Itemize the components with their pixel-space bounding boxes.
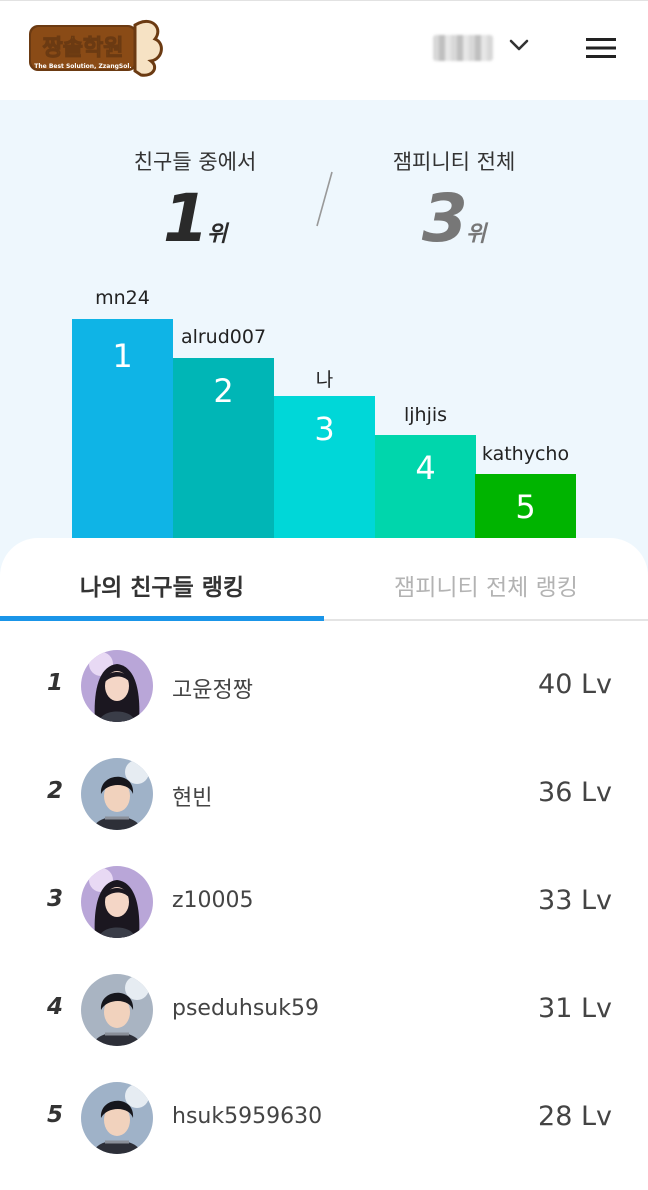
podium-rank-4: 4 — [415, 449, 436, 487]
all-rank-number: 3 — [421, 180, 468, 257]
username: pseduhsuk59 — [172, 996, 319, 1021]
girl-avatar — [81, 866, 153, 938]
tab-friends-ranking[interactable]: 나의 친구들 랭킹 — [0, 568, 324, 602]
top-header: 짱솔학원 The Best Solution, ZzangSol. — [0, 0, 648, 100]
all-rank-value: 3위 — [334, 180, 574, 257]
username: 현빈 — [172, 786, 213, 811]
chevron-down-icon[interactable] — [508, 37, 530, 53]
hamburger-icon[interactable] — [584, 35, 618, 61]
rank-number: 3 — [46, 886, 63, 912]
podium-name-2: alrud007 — [180, 326, 267, 348]
rank-number: 2 — [46, 778, 63, 804]
svg-text:The Best Solution, ZzangSol.: The Best Solution, ZzangSol. — [34, 63, 131, 70]
list-item[interactable]: 2 현빈 36 Lv — [0, 758, 648, 866]
podium-name-5: kathycho — [481, 443, 570, 465]
podium-rank-1: 1 — [112, 337, 133, 375]
tab-active-indicator — [0, 616, 324, 621]
list-item[interactable]: 1 고윤정짱 40 Lv — [0, 650, 648, 758]
rank-summary: 친구들 중에서 1위 잼피니티 전체 3위 mn24 1 alrud007 2 … — [0, 100, 648, 600]
podium-rank-2: 2 — [213, 372, 234, 410]
list-item[interactable]: 3 z10005 33 Lv — [0, 866, 648, 974]
list-item[interactable]: 4 pseduhsuk59 31 Lv — [0, 974, 648, 1082]
podium-rank-3: 3 — [314, 410, 335, 448]
rank-number: 5 — [46, 1102, 63, 1128]
all-rank-unit: 위 — [465, 222, 487, 247]
podium-bar-1: 1 — [72, 319, 173, 538]
list-item[interactable]: 5 hsuk5959630 28 Lv — [0, 1082, 648, 1190]
girl-avatar — [81, 650, 153, 722]
boy-avatar — [81, 758, 153, 830]
friends-rank-unit: 위 — [206, 222, 228, 247]
user-name-blurred[interactable] — [433, 35, 493, 61]
username: hsuk5959630 — [172, 1104, 323, 1129]
friends-rank-number: 1 — [162, 180, 209, 257]
username: 고윤정짱 — [172, 678, 253, 703]
level-value: 33 Lv — [538, 885, 612, 916]
level-value: 31 Lv — [538, 993, 612, 1024]
boy-avatar — [81, 974, 153, 1046]
all-rank-label: 잼피니티 전체 — [392, 150, 516, 174]
podium-name-4: ljhjis — [403, 404, 448, 426]
podium-bar-2: 2 — [173, 358, 274, 538]
divider-slash — [316, 171, 333, 227]
tab-all-ranking[interactable]: 잼피니티 전체 랭킹 — [324, 568, 648, 602]
rank-number: 1 — [46, 670, 63, 696]
podium-bar-5: 5 — [475, 474, 576, 538]
friends-rank-value: 1위 — [75, 180, 315, 257]
podium-name-3: 나 — [315, 369, 334, 391]
rank-number: 4 — [46, 994, 63, 1020]
level-value: 36 Lv — [538, 777, 612, 808]
podium-name-1: mn24 — [95, 287, 150, 309]
logo[interactable]: 짱솔학원 The Best Solution, ZzangSol. — [27, 15, 165, 79]
ranking-sheet: 나의 친구들 랭킹 잼피니티 전체 랭킹 1 고윤정짱 40 Lv 2 현빈 3… — [0, 538, 648, 1154]
svg-text:짱솔학원: 짱솔학원 — [43, 36, 124, 61]
username: z10005 — [172, 888, 254, 913]
friends-rank-label: 친구들 중에서 — [133, 150, 257, 174]
podium-bar-4: 4 — [375, 435, 476, 538]
level-value: 28 Lv — [538, 1101, 612, 1132]
podium-rank-5: 5 — [515, 488, 536, 526]
podium-bar-3: 3 — [274, 396, 375, 538]
level-value: 40 Lv — [538, 669, 612, 700]
boy-avatar — [81, 1082, 153, 1154]
